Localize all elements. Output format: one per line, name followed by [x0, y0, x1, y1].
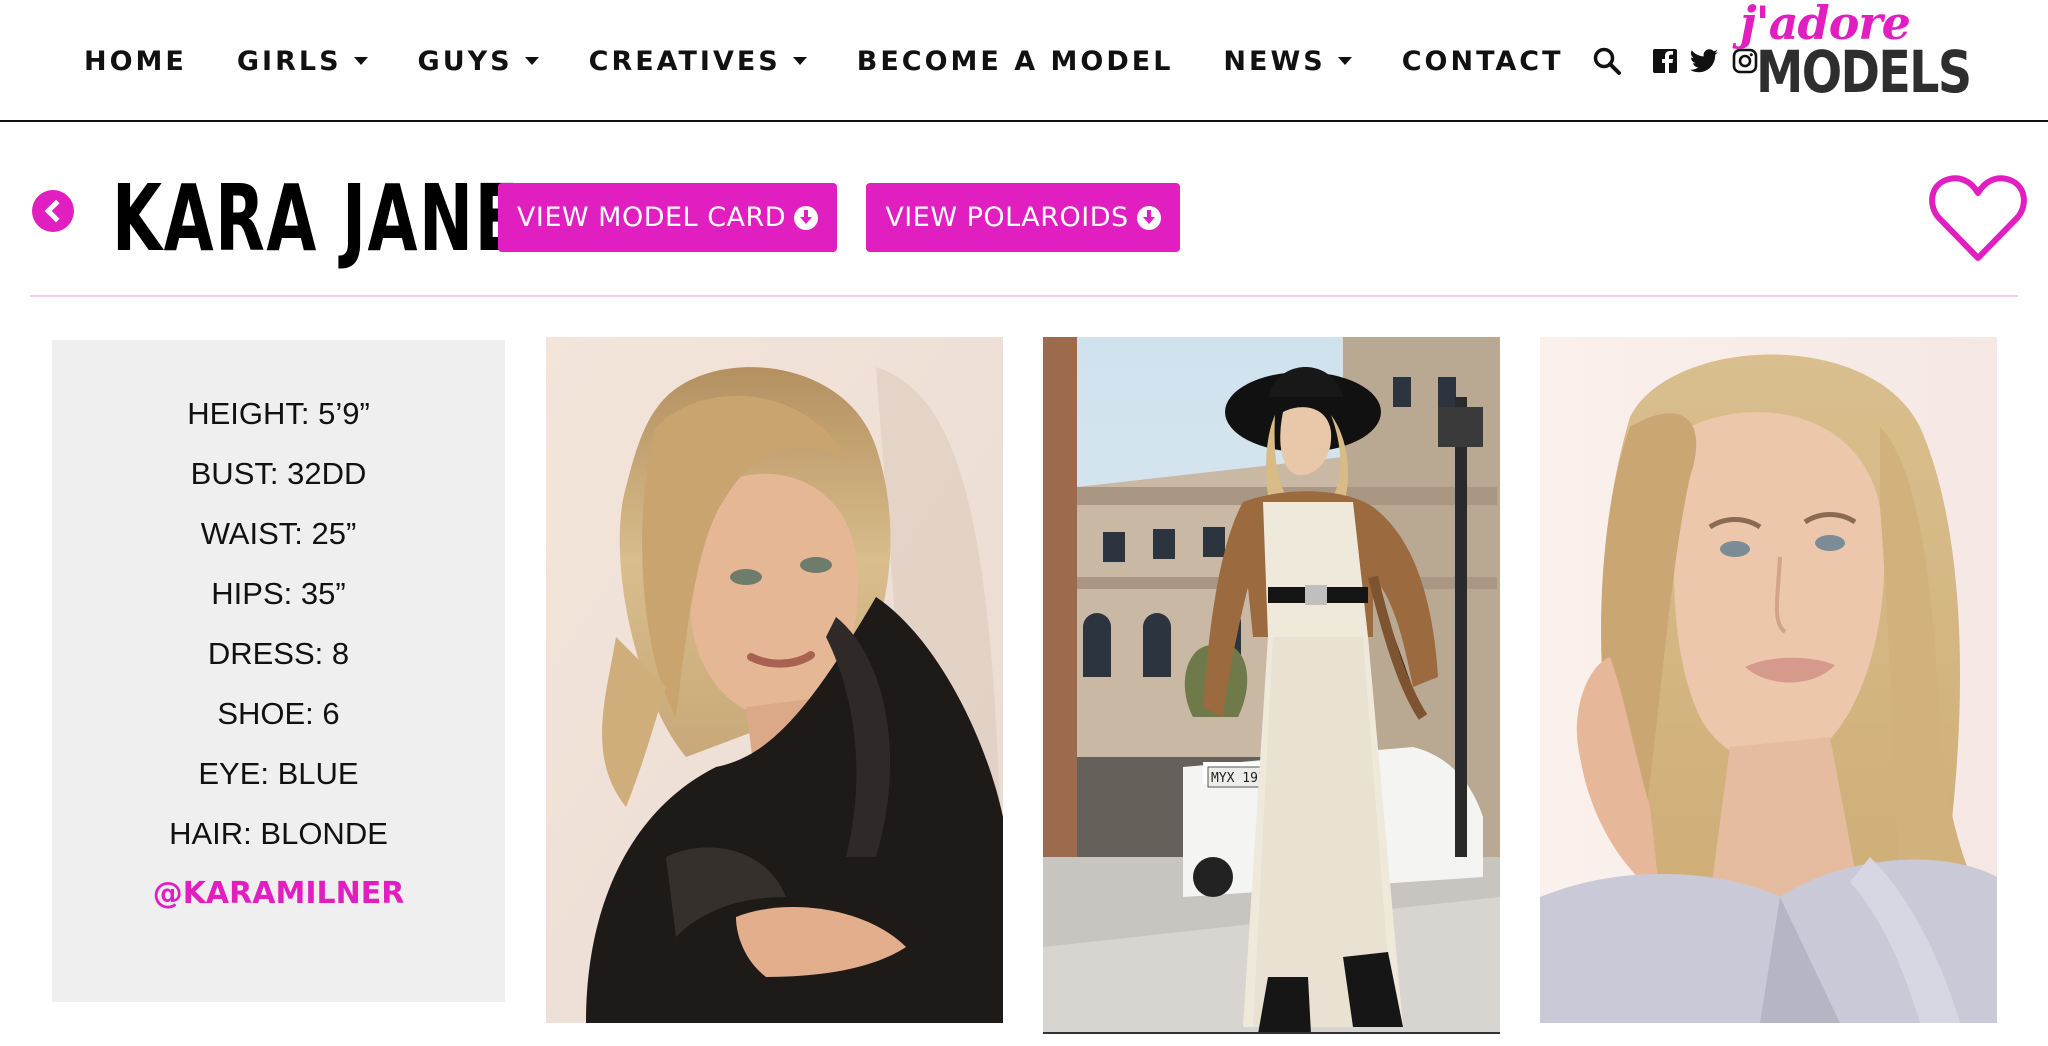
caret-down-icon [792, 57, 807, 65]
download-icon [794, 205, 819, 230]
model-photo-1[interactable] [546, 337, 1003, 1023]
stat-height: HEIGHT: 5’9” [187, 396, 370, 431]
view-polaroids-label: VIEW POLAROIDS [885, 202, 1129, 233]
back-icon[interactable] [32, 190, 74, 232]
stat-eye: EYE: BLUE [198, 756, 359, 791]
section-divider [30, 295, 2018, 297]
nav-guys-label: GUYS [417, 45, 513, 77]
caret-down-icon [1337, 57, 1352, 65]
caret-down-icon [353, 57, 368, 65]
nav-girls-label: GIRLS [236, 45, 342, 77]
nav-contact-label: CONTACT [1401, 45, 1564, 77]
search-icon[interactable] [1592, 46, 1622, 76]
nav-girls[interactable]: GIRLS [237, 46, 368, 77]
favorite-heart-icon[interactable] [1928, 172, 2028, 264]
model-photo-2[interactable]: MYX 193X [1043, 337, 1500, 1034]
model-name: KARA JANE [112, 165, 521, 272]
nav-contact[interactable]: CONTACT [1402, 46, 1564, 77]
nav-home[interactable]: HOME [84, 46, 187, 77]
nav-become-a-model-label: BECOME A MODEL [856, 45, 1174, 77]
caret-down-icon [524, 57, 539, 65]
site-header: HOME GIRLS GUYS CREATIVES BECOME A MODEL… [0, 0, 2048, 122]
view-polaroids-button[interactable]: VIEW POLAROIDS [866, 183, 1180, 252]
main-nav: HOME GIRLS GUYS CREATIVES BECOME A MODEL… [84, 0, 1770, 122]
nav-creatives[interactable]: CREATIVES [589, 46, 807, 77]
stat-hips: HIPS: 35” [211, 576, 346, 611]
stat-waist: WAIST: 25” [200, 516, 357, 551]
download-icon [1136, 205, 1161, 230]
nav-home-label: HOME [84, 45, 187, 77]
nav-creatives-label: CREATIVES [588, 45, 781, 77]
view-model-card-button[interactable]: VIEW MODEL CARD [498, 183, 837, 252]
facebook-icon[interactable] [1650, 46, 1680, 76]
view-model-card-label: VIEW MODEL CARD [516, 202, 787, 233]
profile-header: KARA JANE VIEW MODEL CARD VIEW POLAROIDS [0, 122, 2048, 297]
site-logo[interactable]: j'adore MODELS [1740, 0, 1972, 108]
logo-word: MODELS [1756, 38, 1972, 106]
stat-bust: BUST: 32DD [190, 456, 367, 491]
model-photo-3[interactable] [1540, 337, 1997, 1023]
stat-dress: DRESS: 8 [207, 636, 350, 671]
stat-shoe: SHOE: 6 [217, 696, 340, 731]
nav-news[interactable]: NEWS [1223, 45, 1352, 77]
nav-become-a-model[interactable]: BECOME A MODEL [857, 46, 1174, 77]
stat-hair: HAIR: BLONDE [169, 816, 388, 851]
nav-guys[interactable]: GUYS [418, 46, 539, 77]
instagram-handle-link[interactable]: @KARAMILNER [52, 876, 505, 912]
model-stats-panel: HEIGHT: 5’9” BUST: 32DD WAIST: 25” HIPS:… [52, 340, 505, 1002]
twitter-icon[interactable] [1690, 46, 1720, 76]
nav-news-label: NEWS [1223, 45, 1326, 77]
